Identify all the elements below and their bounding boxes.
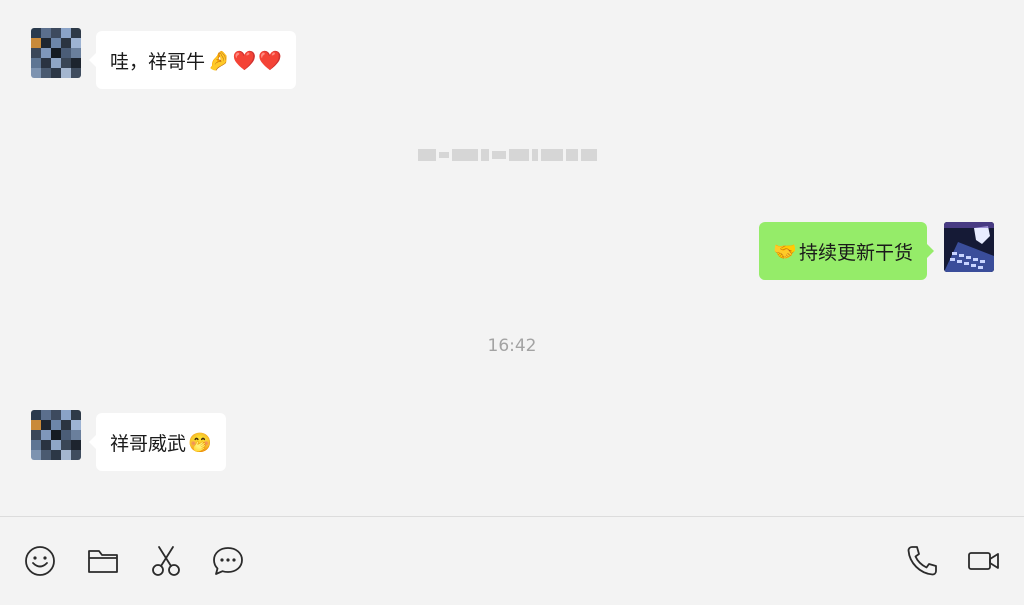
chat-history-button[interactable]: [210, 543, 246, 579]
chat-messages-area[interactable]: 哇，祥哥牛 🤌 ❤️ ❤️ 🤝 持续更新干货 16:42 祥哥威武 🤭: [0, 0, 1024, 516]
blurred-system-notice: [418, 145, 608, 165]
scissors-icon: [152, 546, 180, 576]
timestamp: 16:42: [487, 336, 537, 356]
video-call-button[interactable]: [966, 543, 1002, 579]
emoji-icon: [25, 546, 55, 576]
incoming-message-bubble[interactable]: 哇，祥哥牛 🤌 ❤️ ❤️: [88, 31, 297, 89]
hand-over-mouth-emoji: 🤭: [188, 431, 212, 454]
contact-avatar[interactable]: [31, 28, 81, 78]
message-text: 持续更新干货: [798, 241, 913, 264]
contact-avatar[interactable]: [31, 410, 81, 460]
my-avatar[interactable]: [944, 222, 994, 272]
video-call-icon: [968, 552, 999, 570]
file-button[interactable]: [85, 543, 121, 579]
phone-icon: [907, 546, 937, 576]
pinched-fingers-emoji: 🤌: [207, 49, 231, 72]
message-text: 祥哥威武: [110, 432, 187, 455]
folder-icon: [88, 550, 118, 573]
message-text: 哇，祥哥牛: [110, 50, 206, 73]
heart-emoji: ❤️: [232, 49, 257, 72]
emoji-button[interactable]: [22, 543, 58, 579]
chat-history-icon: [213, 547, 243, 575]
screenshot-button[interactable]: [148, 543, 184, 579]
input-toolbar: [0, 517, 1024, 605]
voice-call-button[interactable]: [904, 543, 940, 579]
outgoing-message-bubble[interactable]: 🤝 持续更新干货: [759, 222, 934, 280]
incoming-message-bubble[interactable]: 祥哥威武 🤭: [89, 413, 226, 471]
heart-emoji: ❤️: [258, 49, 283, 72]
handshake-emoji: 🤝: [773, 240, 797, 263]
